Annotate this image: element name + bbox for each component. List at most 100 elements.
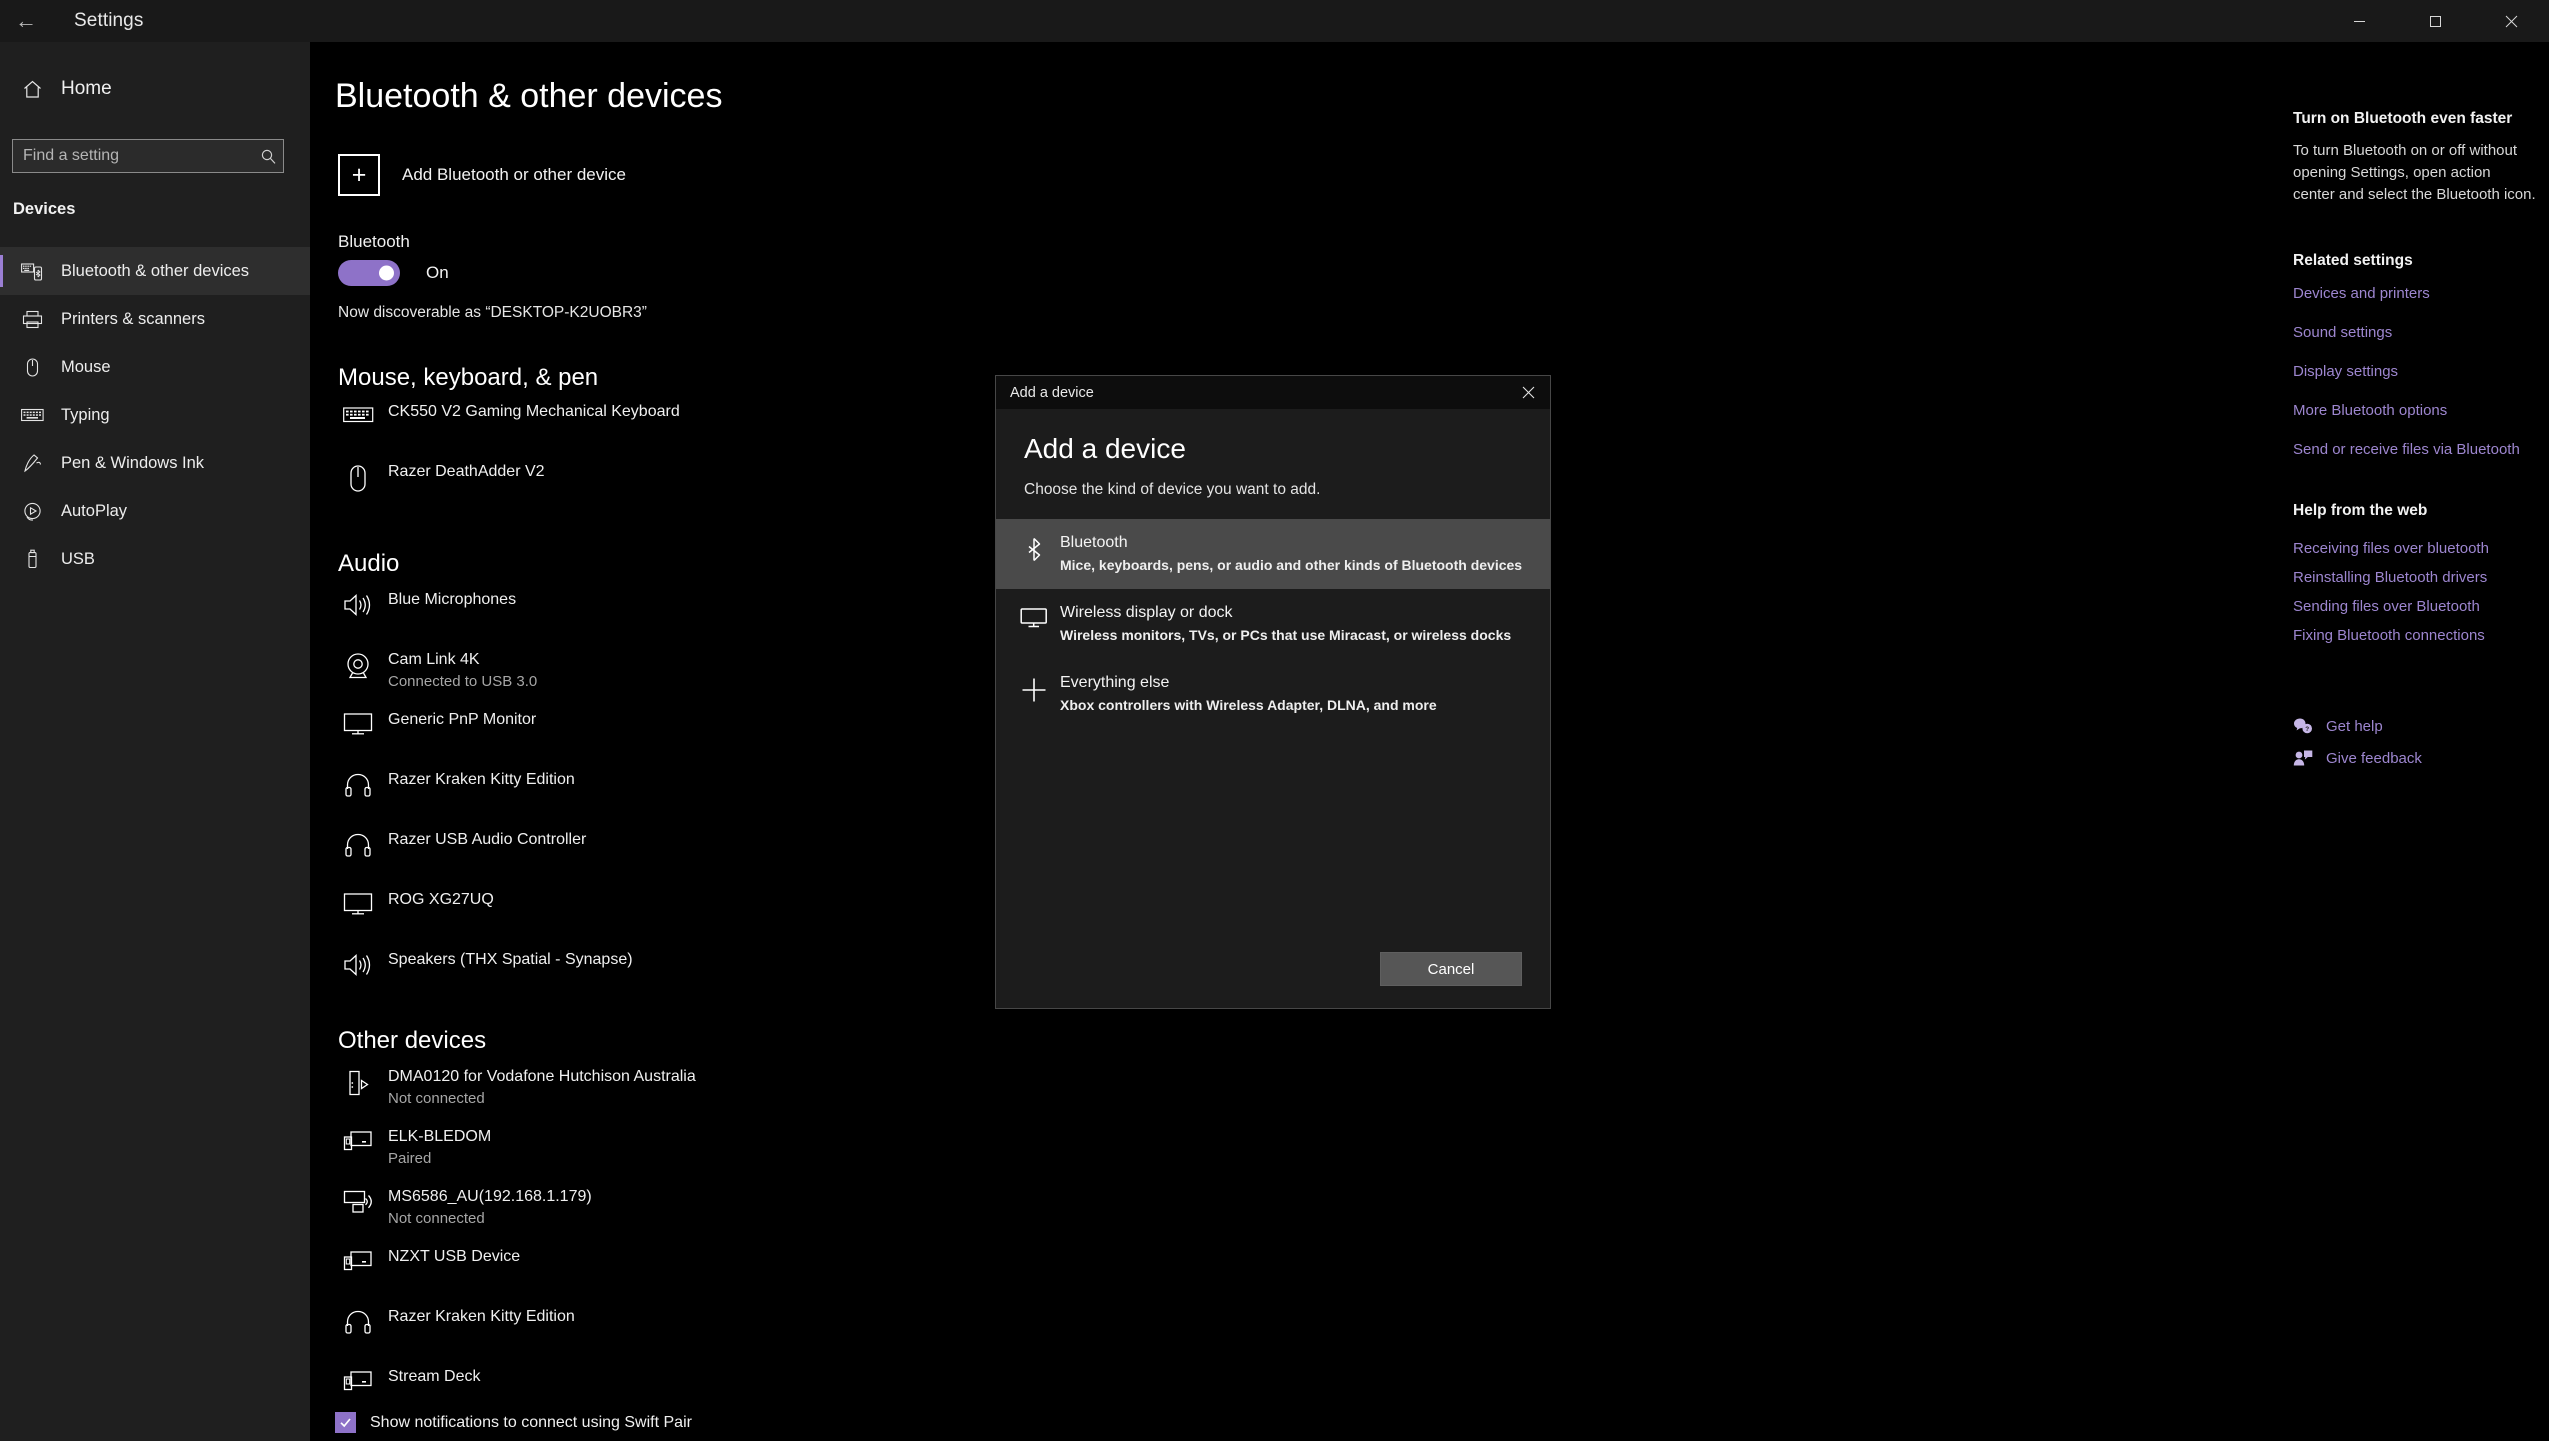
autoplay-icon (11, 501, 53, 522)
toggle-knob (379, 266, 394, 281)
dialog-option-sub: Xbox controllers with Wireless Adapter, … (1060, 696, 1437, 714)
camera-icon (330, 650, 386, 680)
maximize-button[interactable] (2397, 0, 2473, 42)
device-row[interactable]: MS6586_AU(192.168.1.179) Not connected (330, 1187, 1230, 1247)
sidebar: Home Devices Bluetooth & other devices P… (0, 42, 310, 1441)
rail-link-display-settings[interactable]: Display settings (2293, 363, 2543, 402)
keyboard-icon (11, 407, 53, 423)
bluetooth-icon (1008, 533, 1060, 562)
speaker-icon (330, 590, 386, 618)
device-row[interactable]: Razer Kraken Kitty Edition (330, 1307, 1230, 1367)
close-icon[interactable] (1506, 376, 1550, 409)
dialog-option-name: Everything else (1060, 673, 1437, 692)
device-name: NZXT USB Device (388, 1247, 520, 1267)
headphones-icon (330, 1307, 386, 1335)
plus-icon (1008, 673, 1060, 703)
generic-device-icon (330, 1367, 386, 1393)
device-row[interactable]: ELK-BLEDOM Paired (330, 1127, 1230, 1187)
window-titlebar: ← Settings (0, 0, 2549, 42)
close-button[interactable] (2473, 0, 2549, 42)
device-status: Not connected (388, 1089, 696, 1109)
dialog-option-bluetooth[interactable]: Bluetooth Mice, keyboards, pens, or audi… (996, 519, 1550, 589)
right-rail: Turn on Bluetooth even faster To turn Bl… (2270, 42, 2549, 1441)
dialog-option-sub: Mice, keyboards, pens, or audio and othe… (1060, 556, 1522, 574)
dialog-header: Add a device Choose the kind of device y… (996, 409, 1550, 519)
rail-link-receiving-files-over-bluetooth[interactable]: Receiving files over bluetooth (2293, 540, 2543, 569)
search-input[interactable] (13, 147, 253, 165)
rail-link-send-or-receive-files-via-bluetooth[interactable]: Send or receive files via Bluetooth (2293, 441, 2543, 480)
window-title: Settings (74, 10, 143, 32)
sidebar-item-mouse[interactable]: Mouse (0, 343, 310, 391)
sidebar-item-typing[interactable]: Typing (0, 391, 310, 439)
page-title: Bluetooth & other devices (335, 77, 722, 116)
give-feedback-link[interactable]: Give feedback (2288, 749, 2422, 767)
device-name: Razer Kraken Kitty Edition (388, 1307, 575, 1327)
device-status: Connected to USB 3.0 (388, 672, 537, 692)
sidebar-item-home[interactable]: Home (0, 68, 310, 110)
rail-link-sound-settings[interactable]: Sound settings (2293, 324, 2543, 363)
rail-link-more-bluetooth-options[interactable]: More Bluetooth options (2293, 402, 2543, 441)
search-icon[interactable] (253, 148, 283, 165)
rail-link-fixing-bluetooth-connections[interactable]: Fixing Bluetooth connections (2293, 627, 2543, 656)
monitor-icon (330, 710, 386, 736)
sidebar-item-label: Bluetooth & other devices (61, 262, 249, 281)
swift-pair-row[interactable]: Show notifications to connect using Swif… (335, 1412, 692, 1433)
rail-related-links: Devices and printers Sound settings Disp… (2293, 285, 2543, 480)
back-arrow-icon[interactable]: ← (0, 0, 52, 42)
device-name: Stream Deck (388, 1367, 480, 1387)
bluetooth-toggle-row[interactable]: On (338, 260, 449, 286)
device-name: Generic PnP Monitor (388, 710, 536, 730)
rail-link-reinstalling-bluetooth-drivers[interactable]: Reinstalling Bluetooth drivers (2293, 569, 2543, 598)
device-name: Cam Link 4K (388, 650, 537, 670)
sidebar-item-label: Typing (61, 406, 110, 425)
device-row[interactable]: NZXT USB Device (330, 1247, 1230, 1307)
section-heading-mouse-keyboard-pen: Mouse, keyboard, & pen (338, 364, 598, 392)
sidebar-item-bluetooth-and-other-devices[interactable]: Bluetooth & other devices (0, 247, 310, 295)
sidebar-item-label: Printers & scanners (61, 310, 205, 329)
printer-icon (11, 309, 53, 330)
minimize-button[interactable] (2321, 0, 2397, 42)
dialog-option-everything-else[interactable]: Everything else Xbox controllers with Wi… (996, 659, 1550, 729)
sidebar-item-pen-and-windows-ink[interactable]: Pen & Windows Ink (0, 439, 310, 487)
device-name: Razer USB Audio Controller (388, 830, 586, 850)
dialog-heading: Add a device (1024, 433, 1522, 465)
device-name: MS6586_AU(192.168.1.179) (388, 1187, 592, 1207)
rail-tip-heading: Turn on Bluetooth even faster (2293, 110, 2512, 128)
get-help-label: Get help (2326, 718, 2383, 735)
swift-pair-checkbox[interactable] (335, 1412, 356, 1433)
mouse-icon (330, 462, 386, 494)
pen-icon (11, 453, 53, 474)
rail-link-devices-and-printers[interactable]: Devices and printers (2293, 285, 2543, 324)
bluetooth-toggle[interactable] (338, 260, 400, 286)
add-device-button[interactable]: + Add Bluetooth or other device (338, 154, 626, 196)
device-name: ELK-BLEDOM (388, 1127, 491, 1147)
device-name: ROG XG27UQ (388, 890, 494, 910)
feedback-person-icon (2288, 749, 2318, 767)
device-row[interactable]: DMA0120 for Vodafone Hutchison Australia… (330, 1067, 1230, 1127)
add-device-label: Add Bluetooth or other device (402, 165, 626, 185)
swift-pair-label: Show notifications to connect using Swif… (370, 1414, 692, 1432)
sidebar-nav-list: Bluetooth & other devices Printers & sca… (0, 247, 310, 583)
media-device-icon (330, 1067, 386, 1097)
sidebar-item-autoplay[interactable]: AutoPlay (0, 487, 310, 535)
usb-icon (11, 549, 53, 570)
section-heading-audio: Audio (338, 550, 399, 578)
sidebar-item-usb[interactable]: USB (0, 535, 310, 583)
dialog-footer: Cancel (996, 952, 1550, 1008)
search-box[interactable] (12, 139, 284, 173)
keyboard-icon (330, 402, 386, 425)
rail-link-sending-files-over-bluetooth[interactable]: Sending files over Bluetooth (2293, 598, 2543, 627)
sidebar-item-printers-and-scanners[interactable]: Printers & scanners (0, 295, 310, 343)
generic-device-icon (330, 1127, 386, 1153)
cancel-button[interactable]: Cancel (1380, 952, 1522, 986)
device-name: Speakers (THX Spatial - Synapse) (388, 950, 633, 970)
dialog-option-wireless-display-or-dock[interactable]: Wireless display or dock Wireless monito… (996, 589, 1550, 659)
device-list-other-devices: DMA0120 for Vodafone Hutchison Australia… (330, 1067, 1230, 1427)
get-help-link[interactable]: ? Get help (2288, 717, 2383, 735)
rail-related-heading: Related settings (2293, 252, 2413, 270)
sidebar-home-label: Home (61, 78, 112, 100)
device-name: CK550 V2 Gaming Mechanical Keyboard (388, 402, 680, 422)
dialog-subheading: Choose the kind of device you want to ad… (1024, 481, 1522, 519)
mouse-icon (11, 357, 53, 378)
headphones-icon (330, 830, 386, 858)
